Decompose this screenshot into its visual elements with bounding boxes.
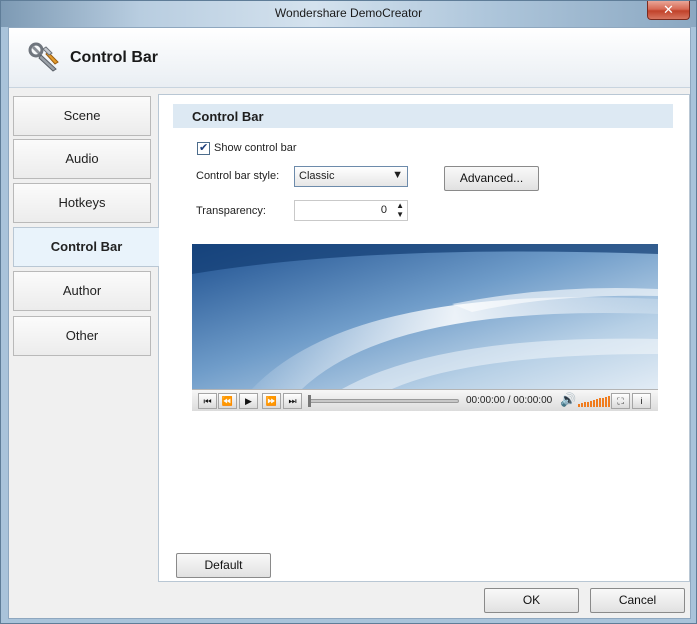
- control-bar-style-value: Classic: [299, 170, 335, 182]
- app-window: Wondershare DemoCreator ✕ Control Bar Sc…: [0, 0, 697, 624]
- volume-bar-segment: [602, 397, 604, 407]
- advanced-button[interactable]: Advanced...: [444, 166, 539, 191]
- info-icon[interactable]: i: [632, 393, 651, 409]
- nav-item-author[interactable]: Author: [13, 271, 151, 311]
- volume-bar-segment: [584, 402, 586, 407]
- volume-bars[interactable]: [578, 395, 611, 407]
- fast-forward-icon[interactable]: ⏩: [262, 393, 281, 409]
- default-button[interactable]: Default: [176, 553, 271, 578]
- control-bar-style-label: Control bar style:: [196, 170, 280, 182]
- spinner-arrows-icon[interactable]: ▲ ▼: [396, 201, 404, 219]
- title-bar[interactable]: Wondershare DemoCreator ✕: [1, 1, 696, 27]
- chevron-down-icon: ▼: [392, 169, 403, 181]
- preview-image: [192, 244, 658, 389]
- speaker-icon[interactable]: 🔊: [560, 392, 576, 408]
- nav-item-scene[interactable]: Scene: [13, 96, 151, 136]
- volume-bar-segment: [605, 396, 607, 407]
- transparency-spinner[interactable]: 0 ▲ ▼: [294, 200, 408, 221]
- page-title: Control Bar: [70, 49, 158, 66]
- player-control-bar: ⏮ ⏪ ▶ ⏩ ⏭ 00:00:00 / 00:00:00 🔊 ⛶ i: [192, 389, 658, 411]
- control-bar-style-select[interactable]: Classic ▼: [294, 166, 408, 187]
- dialog-client: Control Bar Scene Audio Hotkeys Control …: [8, 27, 691, 619]
- checkmark-icon: ✔: [199, 142, 209, 154]
- seek-thumb[interactable]: [308, 395, 311, 407]
- section-header: Control Bar: [173, 104, 673, 128]
- section-title: Control Bar: [192, 109, 264, 124]
- volume-bar-segment: [596, 399, 598, 407]
- show-control-bar-checkbox[interactable]: ✔: [197, 142, 210, 155]
- cancel-button[interactable]: Cancel: [590, 588, 685, 613]
- tools-icon: [28, 42, 59, 72]
- volume-bar-segment: [599, 398, 601, 407]
- rewind-icon[interactable]: ⏪: [218, 393, 237, 409]
- settings-panel: Control Bar ✔ Show control bar Control b…: [158, 94, 690, 582]
- show-control-bar-label: Show control bar: [214, 142, 297, 154]
- transparency-value: 0: [380, 204, 387, 216]
- seek-bar[interactable]: [309, 399, 459, 403]
- skip-end-icon[interactable]: ⏭: [283, 393, 302, 409]
- time-display: 00:00:00 / 00:00:00: [466, 395, 553, 406]
- volume-bar-segment: [593, 400, 595, 407]
- volume-bar-segment: [608, 396, 610, 407]
- nav-item-audio[interactable]: Audio: [13, 139, 151, 179]
- volume-bar-segment: [587, 401, 589, 407]
- transparency-label: Transparency:: [196, 205, 266, 217]
- dialog-header: Control Bar: [9, 28, 690, 88]
- window-title: Wondershare DemoCreator: [274, 6, 423, 20]
- play-icon[interactable]: ▶: [239, 393, 258, 409]
- nav-item-other[interactable]: Other: [13, 316, 151, 356]
- nav-item-hotkeys[interactable]: Hotkeys: [13, 183, 151, 223]
- volume-bar-segment: [578, 404, 580, 407]
- fullscreen-icon[interactable]: ⛶: [611, 393, 630, 409]
- volume-bar-segment: [590, 400, 592, 407]
- close-button[interactable]: ✕: [647, 1, 690, 20]
- skip-start-icon[interactable]: ⏮: [198, 393, 217, 409]
- nav-item-control-bar[interactable]: Control Bar: [13, 227, 159, 267]
- ok-button[interactable]: OK: [484, 588, 579, 613]
- volume-bar-segment: [581, 403, 583, 407]
